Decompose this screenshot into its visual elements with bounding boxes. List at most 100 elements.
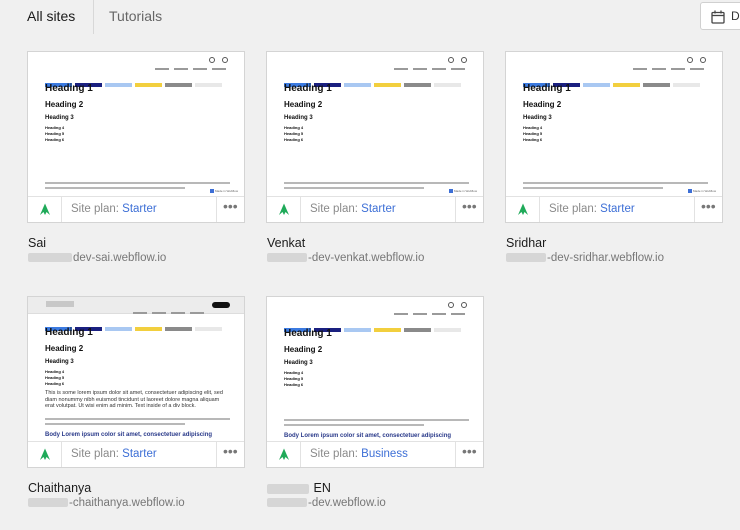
tab-all-sites[interactable]: All sites — [27, 8, 75, 24]
more-icon: ••• — [223, 443, 238, 459]
site-thumbnail[interactable]: Heading 1 Heading 2 Heading 3 Heading 4 … — [267, 297, 483, 441]
thumb-heading-3: Heading 3 — [45, 359, 74, 365]
more-options-button[interactable]: ••• — [216, 442, 244, 467]
site-name[interactable]: Sridhar — [506, 236, 546, 250]
site-name[interactable]: Venkat — [267, 236, 305, 250]
card-footer: Site plan: Starter ••• — [28, 441, 244, 467]
site-plan: Site plan: Starter — [71, 203, 157, 215]
card-footer: Site plan: Starter ••• — [506, 196, 722, 222]
color-swatches — [523, 74, 703, 87]
color-swatch — [434, 83, 461, 87]
more-options-button[interactable]: ••• — [455, 442, 483, 467]
color-swatch — [195, 83, 222, 87]
thumb-heading-1: Heading 1 — [523, 83, 571, 94]
thumb-body-line — [45, 418, 230, 420]
color-swatch — [344, 328, 371, 332]
thumb-body-blue: Body Lorem ipsum color sit amet, consect… — [45, 432, 213, 438]
thumb-heading-2: Heading 2 — [45, 344, 84, 353]
thumb-search-icon — [461, 57, 467, 63]
thumb-globe-icon — [209, 57, 215, 63]
site-name[interactable]: Chaithanya — [28, 481, 91, 495]
thumb-heading-2: Heading 2 — [45, 100, 84, 109]
thumb-heading-3: Heading 3 — [284, 360, 313, 366]
more-options-button[interactable]: ••• — [694, 197, 722, 222]
site-card-sai[interactable]: Heading 1 Heading 2 Heading 3 Heading 4 … — [27, 51, 245, 223]
thumb-heading-6: Heading 6 — [523, 137, 543, 142]
site-thumbnail[interactable]: Heading 1 Heading 2 Heading 3 Heading 4 … — [28, 297, 244, 441]
designer-icon-cell[interactable] — [28, 442, 62, 467]
top-right-button[interactable]: D — [700, 2, 740, 30]
thumb-body-line — [284, 419, 469, 421]
thumb-body-line — [284, 187, 424, 189]
thumb-search-icon — [461, 302, 467, 308]
color-swatch — [643, 83, 670, 87]
site-plan-value[interactable]: Business — [361, 448, 408, 460]
site-card-venkat[interactable]: Heading 1 Heading 2 Heading 3 Heading 4 … — [266, 51, 484, 223]
thumb-heading-2: Heading 2 — [284, 100, 323, 109]
thumb-search-icon — [222, 57, 228, 63]
thumb-heading-5: Heading 5 — [284, 376, 304, 381]
top-button-label: D — [731, 9, 740, 23]
color-swatches — [45, 74, 225, 87]
thumb-heading-1: Heading 1 — [284, 83, 332, 94]
site-url[interactable]: -chaithanya.webflow.io — [28, 497, 185, 509]
redacted-text — [267, 483, 309, 494]
site-name[interactable]: Sai — [28, 236, 46, 250]
site-thumbnail[interactable]: Heading 1 Heading 2 Heading 3 Heading 4 … — [28, 52, 244, 196]
site-plan-label: Site plan: — [71, 203, 119, 215]
site-card-chaithanya[interactable]: Heading 1 Heading 2 Heading 3 Heading 4 … — [27, 296, 245, 468]
color-swatch — [374, 83, 401, 87]
site-card-sridhar[interactable]: Heading 1 Heading 2 Heading 3 Heading 4 … — [505, 51, 723, 223]
thumb-heading-4: Heading 4 — [284, 125, 304, 130]
more-icon: ••• — [701, 198, 716, 214]
color-swatch — [613, 83, 640, 87]
thumb-heading-6: Heading 6 — [45, 137, 65, 142]
calendar-icon — [711, 10, 725, 29]
site-plan-label: Site plan: — [310, 203, 358, 215]
site-url[interactable]: -dev-sridhar.webflow.io — [506, 252, 664, 264]
webflow-designer-icon — [279, 448, 289, 460]
redacted-text — [506, 253, 546, 263]
thumb-heading-6: Heading 6 — [45, 381, 65, 386]
card-footer: Site plan: Starter ••• — [267, 196, 483, 222]
tab-tutorials[interactable]: Tutorials — [109, 8, 162, 24]
designer-icon-cell[interactable] — [267, 442, 301, 467]
site-plan-value[interactable]: Starter — [122, 448, 157, 460]
color-swatch — [165, 327, 192, 331]
site-plan-value[interactable]: Starter — [122, 203, 157, 215]
site-url[interactable]: -dev-venkat.webflow.io — [267, 252, 424, 264]
site-url[interactable]: -dev.webflow.io — [267, 497, 386, 509]
thumb-heading-3: Heading 3 — [523, 115, 552, 121]
site-plan-value[interactable]: Starter — [361, 203, 396, 215]
site-plan-label: Site plan: — [310, 448, 358, 460]
more-options-button[interactable]: ••• — [216, 197, 244, 222]
made-in-webflow-badge: Made in Webflow — [688, 189, 716, 194]
thumb-body-text: This is some lorem ipsum dolor sit amet,… — [45, 390, 223, 409]
more-icon: ••• — [223, 198, 238, 214]
site-plan-value[interactable]: Starter — [600, 203, 635, 215]
color-swatches — [284, 319, 464, 332]
thumb-heading-1: Heading 1 — [284, 328, 332, 339]
site-plan: Site plan: Business — [310, 448, 408, 460]
webflow-designer-icon — [518, 203, 528, 215]
site-url[interactable]: dev-sai.webflow.io — [28, 252, 166, 264]
site-tabs: All sites Tutorials — [0, 0, 740, 34]
thumb-heading-5: Heading 5 — [45, 375, 65, 380]
designer-icon-cell[interactable] — [28, 197, 62, 222]
more-options-button[interactable]: ••• — [455, 197, 483, 222]
thumb-heading-3: Heading 3 — [45, 115, 74, 121]
color-swatch — [135, 327, 162, 331]
site-thumbnail[interactable]: Heading 1 Heading 2 Heading 3 Heading 4 … — [506, 52, 722, 196]
color-swatch — [404, 83, 431, 87]
site-name[interactable]: EN — [267, 481, 331, 495]
designer-icon-cell[interactable] — [267, 197, 301, 222]
site-thumbnail[interactable]: Heading 1 Heading 2 Heading 3 Heading 4 … — [267, 52, 483, 196]
thumb-heading-6: Heading 6 — [284, 137, 304, 142]
thumb-globe-icon — [448, 302, 454, 308]
site-card-en[interactable]: Heading 1 Heading 2 Heading 3 Heading 4 … — [266, 296, 484, 468]
thumb-heading-1: Heading 1 — [45, 83, 93, 94]
made-in-webflow-badge: Made in Webflow — [210, 189, 238, 194]
tab-divider — [93, 0, 94, 34]
more-icon: ••• — [462, 198, 477, 214]
designer-icon-cell[interactable] — [506, 197, 540, 222]
